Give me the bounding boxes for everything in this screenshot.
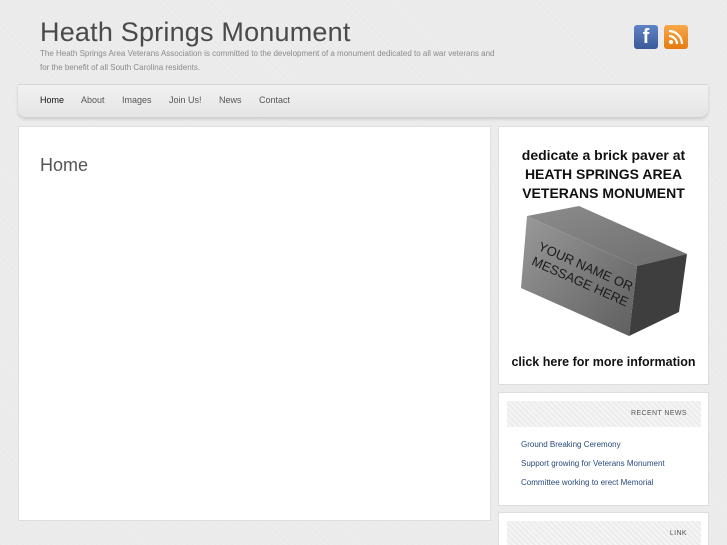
- facebook-icon[interactable]: f: [634, 25, 658, 49]
- site-description: The Heath Springs Area Veterans Associat…: [40, 49, 495, 72]
- recent-news-widget: RECENT NEWS Ground Breaking Ceremony Sup…: [498, 392, 709, 506]
- nav-item-about[interactable]: About: [81, 95, 105, 105]
- link-title: LINK: [669, 530, 687, 537]
- site-title[interactable]: Heath Springs Monument: [40, 17, 351, 48]
- brick-paver-ad[interactable]: dedicate a brick paver at HEATH SPRINGS …: [498, 126, 709, 385]
- nav-item-contact[interactable]: Contact: [259, 95, 290, 105]
- news-link[interactable]: Committee working to erect Memorial: [521, 478, 653, 487]
- facebook-glyph: f: [642, 25, 650, 48]
- news-link[interactable]: Support growing for Veterans Monument: [521, 459, 665, 468]
- ad-line-1: dedicate a brick paver at: [521, 147, 686, 163]
- widget-header: LINK: [507, 521, 701, 545]
- nav-item-images[interactable]: Images: [122, 95, 152, 105]
- news-link[interactable]: Ground Breaking Ceremony: [521, 440, 621, 449]
- nav-item-home[interactable]: Home: [40, 95, 64, 105]
- nav-item-news[interactable]: News: [219, 95, 242, 105]
- ad-line-2: HEATH SPRINGS AREA: [524, 166, 683, 182]
- main-navigation: Home About Images Join Us! News Contact: [18, 84, 708, 117]
- main-content: Home: [18, 126, 491, 521]
- link-widget: LINK: [498, 512, 709, 545]
- nav-item-join-us[interactable]: Join Us!: [169, 95, 202, 105]
- ad-more-info-link[interactable]: click here for more information: [499, 355, 708, 369]
- ad-line-3: VETERANS MONUMENT: [522, 185, 685, 201]
- page-title: Home: [40, 155, 89, 175]
- widget-header: RECENT NEWS: [507, 401, 701, 427]
- recent-news-title: RECENT NEWS: [631, 410, 687, 417]
- brick-paver-image: YOUR NAME OR MESSAGE HERE: [521, 206, 687, 336]
- rss-icon[interactable]: [664, 25, 688, 49]
